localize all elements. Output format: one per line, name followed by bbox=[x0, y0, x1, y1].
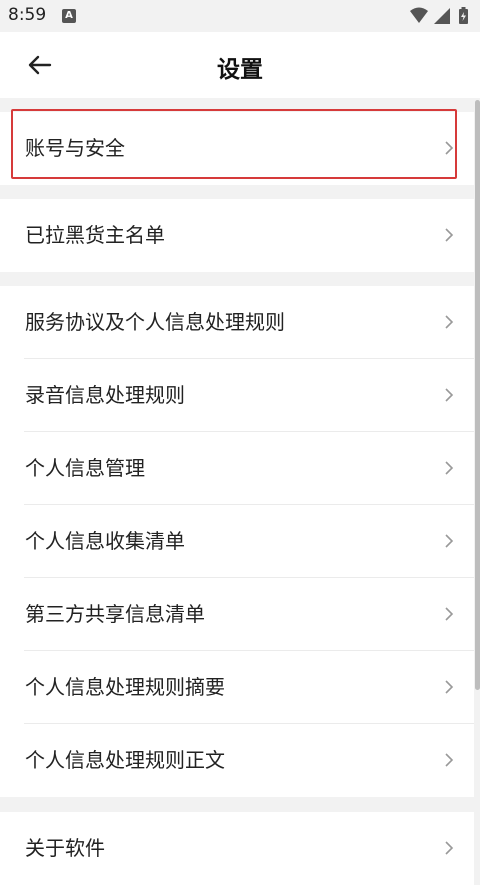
notification-a-icon: A bbox=[62, 9, 76, 23]
settings-item-third-party-sharing-list[interactable]: 第三方共享信息清单 bbox=[0, 578, 474, 651]
settings-item-label: 关于软件 bbox=[25, 836, 105, 860]
chevron-right-icon bbox=[445, 753, 454, 767]
settings-item-info-collection-list[interactable]: 个人信息收集清单 bbox=[0, 505, 474, 578]
settings-item-label: 个人信息管理 bbox=[25, 456, 145, 480]
chevron-right-icon bbox=[445, 461, 454, 475]
settings-item-label: 个人信息处理规则正文 bbox=[25, 748, 225, 772]
chevron-right-icon bbox=[445, 141, 454, 155]
status-time: 8:59 bbox=[8, 5, 47, 25]
settings-item-label: 服务协议及个人信息处理规则 bbox=[25, 310, 285, 334]
wifi-icon bbox=[410, 7, 428, 23]
chevron-right-icon bbox=[445, 607, 454, 621]
scrollbar[interactable] bbox=[475, 100, 480, 690]
settings-item-label: 录音信息处理规则 bbox=[25, 383, 185, 407]
settings-section-account: 账号与安全 bbox=[0, 112, 474, 185]
page-title: 设置 bbox=[217, 57, 263, 83]
chevron-right-icon bbox=[445, 841, 454, 855]
settings-item-label: 个人信息收集清单 bbox=[25, 529, 185, 553]
battery-icon bbox=[459, 7, 468, 24]
chevron-right-icon bbox=[445, 228, 454, 242]
signal-icon bbox=[434, 8, 450, 24]
settings-section-privacy: 服务协议及个人信息处理规则 录音信息处理规则 个人信息管理 个人信息收集清单 第… bbox=[0, 286, 474, 797]
settings-section-about: 关于软件 bbox=[0, 812, 474, 885]
status-bar: 8:59 A bbox=[0, 0, 480, 32]
header: 设置 bbox=[0, 32, 480, 98]
settings-item-service-agreement[interactable]: 服务协议及个人信息处理规则 bbox=[0, 286, 474, 359]
chevron-right-icon bbox=[445, 388, 454, 402]
settings-item-label: 账号与安全 bbox=[25, 136, 125, 160]
settings-item-about-software[interactable]: 关于软件 bbox=[0, 812, 474, 885]
settings-item-rules-full-text[interactable]: 个人信息处理规则正文 bbox=[0, 724, 474, 797]
chevron-right-icon bbox=[445, 534, 454, 548]
settings-item-blocked-shippers[interactable]: 已拉黑货主名单 bbox=[0, 199, 474, 272]
settings-item-personal-info-management[interactable]: 个人信息管理 bbox=[0, 432, 474, 505]
settings-item-recording-rules[interactable]: 录音信息处理规则 bbox=[0, 359, 474, 432]
chevron-right-icon bbox=[445, 315, 454, 329]
settings-section-blacklist: 已拉黑货主名单 bbox=[0, 199, 474, 272]
settings-item-rules-summary[interactable]: 个人信息处理规则摘要 bbox=[0, 651, 474, 724]
settings-item-label: 第三方共享信息清单 bbox=[25, 602, 205, 626]
chevron-right-icon bbox=[445, 680, 454, 694]
settings-item-account-security[interactable]: 账号与安全 bbox=[0, 112, 474, 185]
status-icons bbox=[408, 6, 472, 26]
settings-item-label: 个人信息处理规则摘要 bbox=[25, 675, 225, 699]
settings-item-label: 已拉黑货主名单 bbox=[25, 223, 165, 247]
